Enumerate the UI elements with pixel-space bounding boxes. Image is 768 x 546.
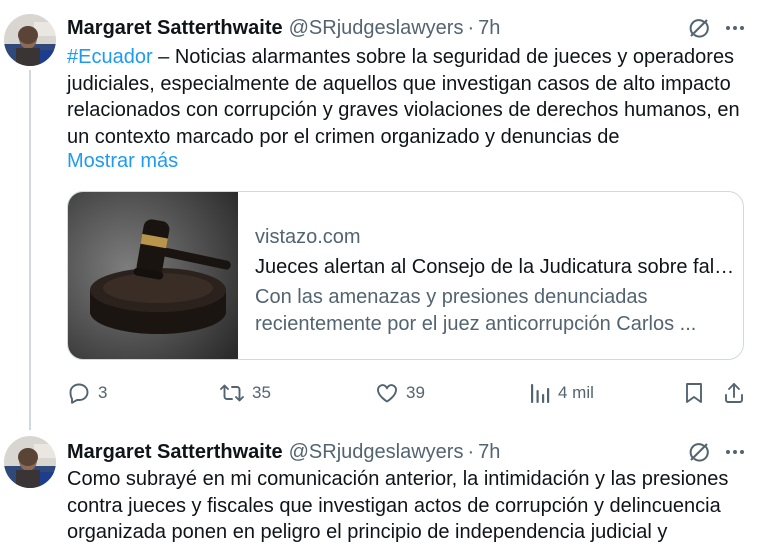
card-thumbnail	[68, 192, 238, 359]
timestamp[interactable]: 7h	[478, 441, 500, 464]
card-body: vistazo.com Jueces alertan al Consejo de…	[255, 224, 735, 338]
author-name[interactable]: Margaret Satterthwaite	[67, 441, 283, 464]
thread-connector-line	[29, 70, 31, 430]
repost-icon	[220, 384, 244, 402]
bookmark-button[interactable]	[683, 380, 705, 406]
more-icon[interactable]	[723, 17, 747, 39]
grok-icon[interactable]	[688, 441, 710, 463]
bookmark-icon	[686, 383, 702, 403]
author-name[interactable]: Margaret Satterthwaite	[67, 17, 283, 40]
author-handle[interactable]: @SRjudgeslawyers	[289, 441, 464, 464]
card-title: Jueces alertan al Consejo de la Judicatu…	[255, 256, 735, 278]
link-card[interactable]: vistazo.com Jueces alertan al Consejo de…	[67, 191, 744, 360]
reply-count: 3	[98, 383, 108, 402]
tweet-body: – Noticias alarmantes sobre la seguridad…	[67, 46, 740, 148]
tweet-text: #Ecuador – Noticias alarmantes sobre la …	[67, 44, 757, 150]
like-count: 39	[406, 383, 425, 402]
avatar[interactable]	[4, 436, 56, 488]
card-description: Con las amenazas y presiones denunciadas…	[255, 284, 735, 338]
avatar[interactable]	[4, 14, 56, 66]
share-button[interactable]	[722, 380, 746, 406]
views-count: 4 mil	[558, 383, 594, 402]
more-icon[interactable]	[723, 441, 747, 463]
separator: ·	[467, 440, 475, 463]
like-button[interactable]: 39	[375, 380, 425, 406]
repost-count: 35	[252, 383, 271, 402]
share-icon	[725, 383, 743, 403]
comment-icon	[69, 383, 89, 404]
card-description-line: recientemente por el juez anticorrupción…	[255, 313, 697, 335]
tweet-actions: 3 35 39 4 mil	[67, 380, 747, 406]
card-description-line: Con las amenazas y presiones denunciadas	[255, 286, 648, 308]
show-more-link[interactable]: Mostrar más	[67, 150, 178, 173]
tweet-header: Margaret Satterthwaite @SRjudgeslawyers …	[67, 14, 500, 42]
analytics-icon	[531, 384, 550, 403]
grok-icon[interactable]	[688, 17, 710, 39]
timestamp[interactable]: 7h	[478, 17, 500, 40]
repost-button[interactable]: 35	[219, 380, 271, 406]
author-handle[interactable]: @SRjudgeslawyers	[289, 17, 464, 40]
hashtag-link[interactable]: #Ecuador	[67, 46, 153, 68]
separator: ·	[467, 16, 475, 39]
tweet[interactable]: Margaret Satterthwaite @SRjudgeslawyers …	[0, 428, 768, 543]
reply-button[interactable]: 3	[67, 380, 107, 406]
tweet[interactable]: Margaret Satterthwaite @SRjudgeslawyers …	[0, 0, 768, 430]
tweet-text: Como subrayé en mi comunicación anterior…	[67, 468, 729, 543]
card-domain: vistazo.com	[255, 226, 361, 248]
tweet-header: Margaret Satterthwaite @SRjudgeslawyers …	[67, 438, 500, 466]
heart-icon	[377, 384, 397, 403]
views-button[interactable]: 4 mil	[529, 380, 594, 406]
